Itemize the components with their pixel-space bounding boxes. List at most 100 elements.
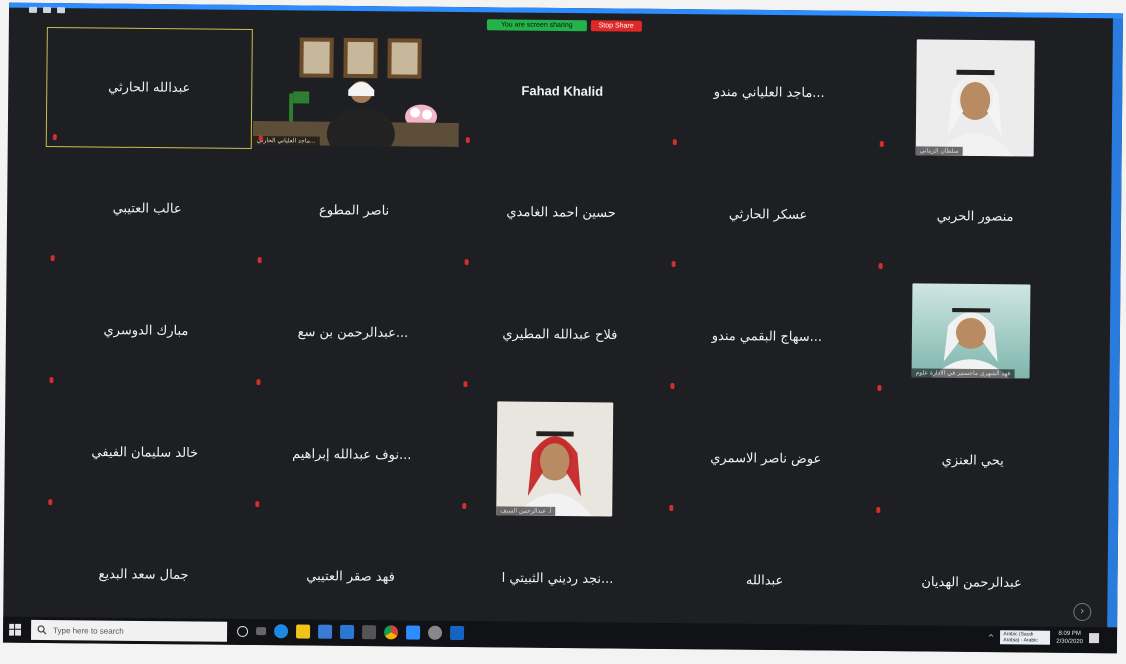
participant-name: ...ماجد العلياني مندو — [713, 84, 825, 102]
muted-mic-icon — [50, 255, 55, 262]
participant-tile[interactable]: منصور الحربي — [873, 157, 1078, 277]
zoom-right-border — [1106, 13, 1124, 654]
participant-name: Fahad Khalid — [521, 83, 604, 99]
participant-name: عبدالله — [745, 573, 784, 589]
clock-date: 2/30/2020 — [1056, 638, 1084, 646]
chrome-icon[interactable] — [384, 625, 399, 640]
cortana-icon[interactable] — [237, 625, 249, 637]
zoom-meeting-app-icon[interactable] — [450, 625, 465, 641]
taskbar-clock[interactable]: 8:09 PM 2/30/2020 — [1056, 630, 1083, 646]
calculator-icon[interactable] — [362, 625, 377, 640]
participant-tile[interactable]: عسكر الحارثي — [666, 155, 871, 275]
photos-icon[interactable] — [428, 625, 443, 640]
participant-tile[interactable]: عالب العتيبي — [45, 149, 250, 269]
participant-tile[interactable]: ...ماجد العلياني الحارثي — [252, 29, 459, 149]
participant-tile[interactable]: عبدالله الحارثي — [45, 27, 253, 150]
windows-start-icon[interactable] — [9, 623, 22, 636]
participant-tile[interactable]: أ. عبدالرحمن السيف — [456, 397, 661, 517]
participant-gallery: عبدالله الحارثي ...ماجد العلياني الحارثي F… — [41, 27, 1050, 636]
participant-name: ...نوف عبدالله إبراهيم — [292, 446, 412, 464]
view-controls — [29, 6, 66, 14]
participant-tile[interactable]: مبارك الدوسري — [43, 271, 248, 391]
participant-name: عوض ناصر الاسمري — [710, 450, 822, 467]
muted-mic-icon — [877, 385, 882, 392]
participant-tile[interactable]: فلاح عبدالله المطيري — [457, 275, 662, 395]
participant-tile[interactable]: سلطان الزيناني — [874, 35, 1079, 157]
zoom-icon[interactable] — [406, 625, 421, 640]
participant-name: فهد صقر العتيبي — [306, 569, 395, 585]
keyboard-language-line2: Arabia) - Arabic — [1003, 637, 1038, 644]
participant-video: سلطان الزيناني — [915, 39, 1035, 157]
muted-mic-icon — [878, 263, 883, 270]
participant-caption: فهد الشهري ماجستير في الادارة علوم — [911, 368, 1015, 379]
muted-mic-icon — [464, 259, 469, 266]
participant-tile[interactable]: ...سهاج البقمي مندو — [664, 277, 869, 397]
screen-share-toolbar: You are screen sharing Stop Share — [486, 19, 642, 32]
system-tray: ^ Arabic (Saudi Arabia) - Arabic 8:09 PM… — [988, 629, 1100, 646]
muted-mic-icon — [669, 505, 674, 512]
keyboard-language-indicator[interactable]: Arabic (Saudi Arabia) - Arabic — [1000, 630, 1051, 645]
screen-sharing-indicator: You are screen sharing — [486, 19, 587, 32]
participant-tile[interactable]: فهد الشهري ماجستير في الادارة علوم — [871, 279, 1076, 399]
participant-name: حسين احمد الغامدي — [506, 204, 616, 222]
participant-tile[interactable]: حسين احمد الغامدي — [459, 153, 664, 273]
muted-mic-icon — [48, 499, 53, 506]
notification-icon[interactable] — [1088, 633, 1100, 644]
participant-tile[interactable]: ...نوف عبدالله إبراهيم — [249, 395, 454, 515]
taskbar-search-box[interactable]: Type here to search — [30, 619, 228, 642]
muted-mic-icon — [462, 503, 467, 510]
participant-caption: سلطان الزيناني — [915, 146, 963, 156]
zoom-meeting-window: You are screen sharing Stop Share عبدالل… — [2, 2, 1124, 654]
search-icon — [37, 625, 47, 635]
participant-tile[interactable]: ...عبدالرحمن بن سع — [250, 273, 455, 393]
participant-portrait — [931, 308, 1010, 379]
zoom-top-border — [9, 2, 1124, 19]
participant-video: أ. عبدالرحمن السيف — [496, 401, 614, 517]
muted-mic-icon — [258, 135, 263, 142]
muted-mic-icon — [257, 257, 262, 264]
muted-mic-icon — [876, 507, 881, 514]
participant-name: ...عبدالرحمن بن سع — [297, 324, 409, 342]
chevron-right-icon[interactable]: › — [1073, 602, 1092, 622]
participant-tile[interactable]: Fahad Khalid — [460, 31, 665, 151]
participant-tile[interactable]: عوض ناصر الاسمري — [663, 399, 868, 519]
muted-mic-icon — [879, 141, 884, 148]
muted-mic-icon — [256, 379, 261, 386]
participant-name: خالد سليمان الفيفي — [91, 444, 199, 462]
participant-name: عبدالله الحارثي — [108, 80, 191, 96]
participant-name: يحي العنزي — [941, 453, 1004, 469]
muted-mic-icon — [672, 139, 677, 146]
participant-tile[interactable]: يحي العنزي — [870, 401, 1075, 521]
participant-name: عسكر الحارثي — [728, 207, 808, 223]
participant-name: جمال سعد البديع — [98, 567, 189, 583]
participant-tile[interactable]: ناصر المطوع — [252, 151, 457, 271]
speaker-view-icon[interactable] — [56, 7, 66, 14]
taskbar-apps — [237, 624, 465, 641]
chevron-up-icon[interactable]: ^ — [988, 633, 995, 642]
gallery-view-icon[interactable] — [42, 6, 52, 14]
participant-caption: أ. عبدالرحمن السيف — [496, 506, 556, 516]
view-toggle-icon[interactable] — [29, 6, 38, 13]
participant-name: فلاح عبدالله المطيري — [502, 326, 618, 344]
participant-name: ناصر المطوع — [318, 203, 390, 219]
office-background — [252, 37, 459, 147]
muted-mic-icon — [670, 383, 675, 390]
task-view-icon[interactable] — [256, 627, 267, 636]
muted-mic-icon — [52, 134, 57, 141]
participant-name: عالب العتيبي — [112, 201, 182, 217]
participant-tile[interactable]: ...ماجد العلياني مندو — [667, 33, 872, 153]
participant-portrait — [515, 431, 593, 517]
participant-name: ...سهاج البقمي مندو — [711, 328, 823, 345]
participant-name: مبارك الدوسري — [103, 323, 189, 339]
store-icon[interactable] — [318, 624, 333, 639]
file-explorer-icon[interactable] — [296, 624, 311, 639]
muted-mic-icon — [255, 501, 260, 508]
participant-name: ...نجد رديني الثبيتي ا — [501, 570, 614, 587]
clock-time: 8:09 PM — [1058, 630, 1081, 637]
mail-icon[interactable] — [340, 624, 355, 640]
participant-name: عبدالرحمن الهديان — [921, 574, 1022, 591]
stop-share-button[interactable]: Stop Share — [590, 20, 642, 32]
muted-mic-icon — [465, 137, 470, 144]
edge-icon[interactable] — [274, 624, 289, 639]
participant-tile[interactable]: خالد سليمان الفيفي — [42, 393, 247, 513]
